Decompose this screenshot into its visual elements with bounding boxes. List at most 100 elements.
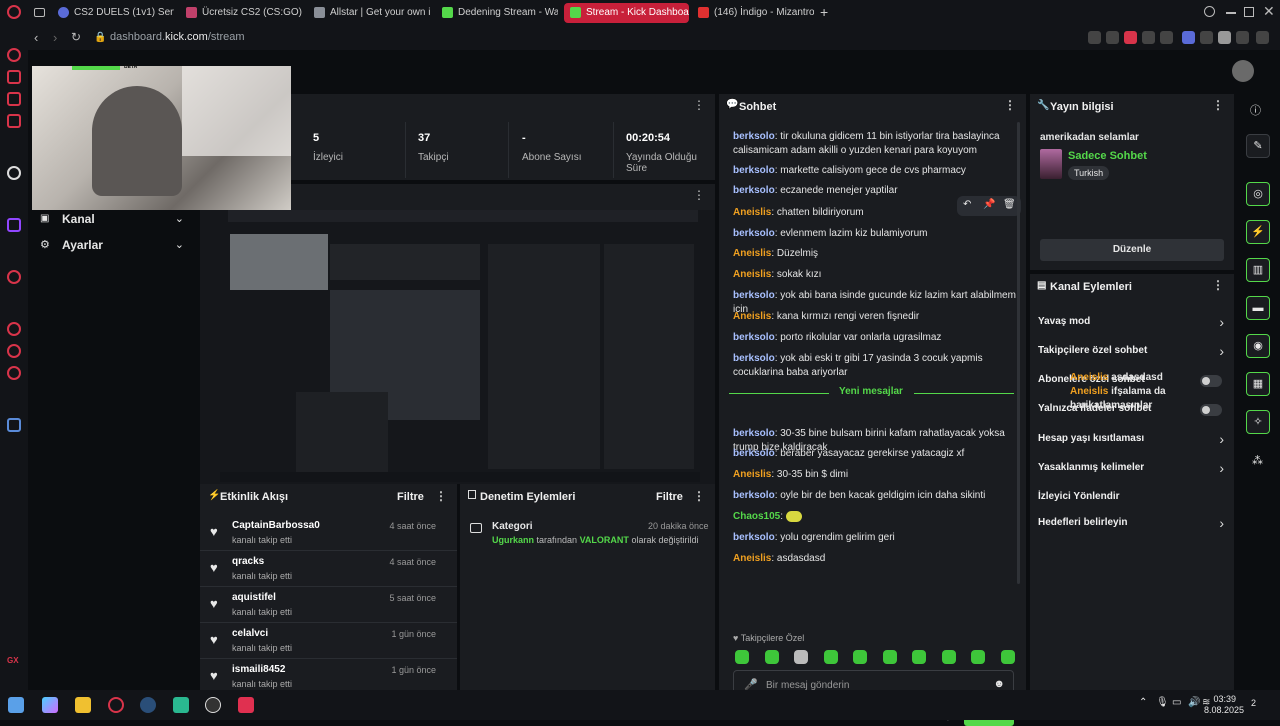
opera-taskbar-icon[interactable]: [108, 697, 124, 713]
close-icon[interactable]: ✕: [1263, 3, 1275, 20]
edit-icon[interactable]: ✎: [1246, 134, 1270, 158]
chat-username[interactable]: Aneislis: [733, 269, 771, 280]
stream-preview-video[interactable]: [200, 210, 715, 484]
chat-scrollbar[interactable]: [1017, 122, 1020, 584]
windows-start-icon[interactable]: [8, 697, 24, 713]
channel-action-8[interactable]: Hedefleri belirleyin ›: [1030, 515, 1234, 533]
copilot-icon[interactable]: [42, 697, 58, 713]
chat-username[interactable]: Aneislis: [733, 469, 771, 480]
tiktok-icon[interactable]: [7, 166, 21, 180]
layout-icon[interactable]: ▦: [1246, 372, 1270, 396]
chat-username[interactable]: berksolo: [733, 290, 775, 301]
more-options-icon[interactable]: ⋮: [1004, 98, 1016, 112]
channel-action-1[interactable]: Yavaş mod ›: [1030, 314, 1234, 332]
chat-username[interactable]: berksolo: [733, 185, 775, 196]
file-explorer-icon[interactable]: [75, 697, 91, 713]
more-options-icon[interactable]: ⋮: [435, 489, 447, 503]
tab-dedening-stream[interactable]: Dedening Stream - Watc: [436, 3, 558, 23]
chat-username[interactable]: berksolo: [733, 228, 775, 239]
settings-icon[interactable]: [7, 366, 21, 380]
extension-icon[interactable]: [1088, 31, 1101, 44]
emote-icon[interactable]: [794, 650, 808, 664]
music-icon[interactable]: [7, 92, 21, 106]
channel-action-7[interactable]: İzleyici Yönlendir: [1030, 489, 1234, 507]
tab-allstar[interactable]: Allstar | Get your own in-: [308, 3, 430, 23]
more-options-icon[interactable]: ⋮: [693, 489, 705, 503]
edit-button[interactable]: Düzenle: [1040, 239, 1224, 261]
app-icon[interactable]: [238, 697, 254, 713]
more-options-icon[interactable]: ⋮: [693, 98, 705, 112]
more-options-icon[interactable]: ⋮: [693, 188, 705, 202]
extensions-icon[interactable]: [1200, 31, 1213, 44]
translate-icon[interactable]: [1182, 31, 1195, 44]
tab-manager-icon[interactable]: [34, 8, 45, 17]
minimize-icon[interactable]: [1226, 12, 1236, 14]
more-options-icon[interactable]: ⋮: [1212, 278, 1224, 292]
emoji-icon[interactable]: ☻: [993, 678, 1005, 690]
url-field[interactable]: dashboard.kick.com/stream: [110, 31, 245, 43]
chat-username[interactable]: berksolo: [733, 448, 775, 459]
document-icon[interactable]: ▥: [1246, 258, 1270, 282]
menu-item-kanal[interactable]: ▣ Kanal ⌄: [36, 212, 188, 230]
more-options-icon[interactable]: ⋮: [1212, 98, 1224, 112]
emote-icon[interactable]: [971, 650, 985, 664]
chat-username[interactable]: Chaos105: [733, 511, 780, 522]
emote-icon[interactable]: [882, 650, 897, 664]
emote-icon[interactable]: [941, 650, 956, 664]
emote-icon[interactable]: [764, 650, 779, 664]
player-icon[interactable]: [7, 114, 21, 128]
chat-icon[interactable]: ▬: [1246, 296, 1270, 320]
tools-icon[interactable]: ✧: [1246, 410, 1270, 434]
heart-icon[interactable]: [1160, 31, 1173, 44]
activity-filter-button[interactable]: Filtre: [397, 491, 424, 503]
chat-username[interactable]: Aneislis: [733, 553, 771, 564]
chat-username[interactable]: Aneislis: [733, 207, 771, 218]
send-icon[interactable]: [1142, 31, 1155, 44]
tab-kick-dashboard[interactable]: Stream - Kick Dashboard: [564, 3, 689, 23]
apps-icon[interactable]: ⁂: [1252, 454, 1263, 467]
back-icon[interactable]: ‹: [34, 30, 38, 45]
moderation-filter-button[interactable]: Filtre: [656, 491, 683, 503]
undo-icon[interactable]: ↶: [963, 199, 971, 210]
tab-cs2-duels[interactable]: CS2 DUELS (1v1) Servers: [52, 3, 174, 23]
category-link[interactable]: Sadece Sohbet: [1068, 150, 1147, 162]
emote-icon[interactable]: [1000, 650, 1015, 664]
lightning-icon[interactable]: ⚡: [1246, 220, 1270, 244]
reload-icon[interactable]: ↻: [71, 30, 81, 44]
chat-username[interactable]: berksolo: [733, 332, 775, 343]
emote-icon[interactable]: [912, 650, 926, 664]
chat-username[interactable]: berksolo: [733, 532, 775, 543]
emote-icon[interactable]: [823, 650, 838, 664]
tab-youtube-indigo[interactable]: (146) İndigo - Mizantropi: [692, 3, 814, 23]
mic-icon[interactable]: 🎙: [1156, 697, 1169, 708]
chat-username[interactable]: berksolo: [733, 131, 775, 142]
social-icon[interactable]: [7, 70, 21, 84]
chat-username[interactable]: Aneislis: [733, 311, 771, 322]
aria-icon[interactable]: [7, 48, 21, 62]
profile-avatar[interactable]: [1218, 31, 1231, 44]
volume-icon[interactable]: 🔊: [1188, 697, 1200, 708]
channel-action-5[interactable]: Hesap yaşı kısıtlaması ›: [1030, 431, 1234, 449]
clock[interactable]: 03:39 8.08.2025: [1204, 694, 1244, 716]
channel-action-2[interactable]: Takipçilere özel sohbet ›: [1030, 343, 1234, 361]
search-icon[interactable]: [1204, 6, 1215, 17]
delete-icon[interactable]: 🗑: [1003, 199, 1016, 210]
history-icon[interactable]: [7, 322, 21, 336]
broadcast-icon[interactable]: ◉: [1246, 334, 1270, 358]
adblock-icon[interactable]: [1124, 31, 1137, 44]
chat-username[interactable]: berksolo: [733, 353, 775, 364]
new-tab-button[interactable]: +: [820, 4, 828, 20]
chevron-up-icon[interactable]: ⌃: [1139, 697, 1147, 708]
twitch-icon[interactable]: [7, 218, 21, 232]
pin-icon[interactable]: 📌: [983, 199, 995, 210]
obs-icon[interactable]: [205, 697, 221, 713]
menu-item-ayarlar[interactable]: ⚙ Ayarlar ⌄: [36, 238, 188, 256]
chat-username[interactable]: berksolo: [733, 165, 775, 176]
chat-username[interactable]: Aneislis: [733, 248, 771, 259]
opera-logo-icon[interactable]: [7, 5, 21, 19]
gx-icon[interactable]: GX: [7, 656, 19, 665]
menu-icon[interactable]: [1256, 31, 1269, 44]
steam-icon[interactable]: [140, 697, 156, 713]
info-icon[interactable]: ⓘ: [1250, 102, 1261, 118]
chat-username[interactable]: berksolo: [733, 490, 775, 501]
